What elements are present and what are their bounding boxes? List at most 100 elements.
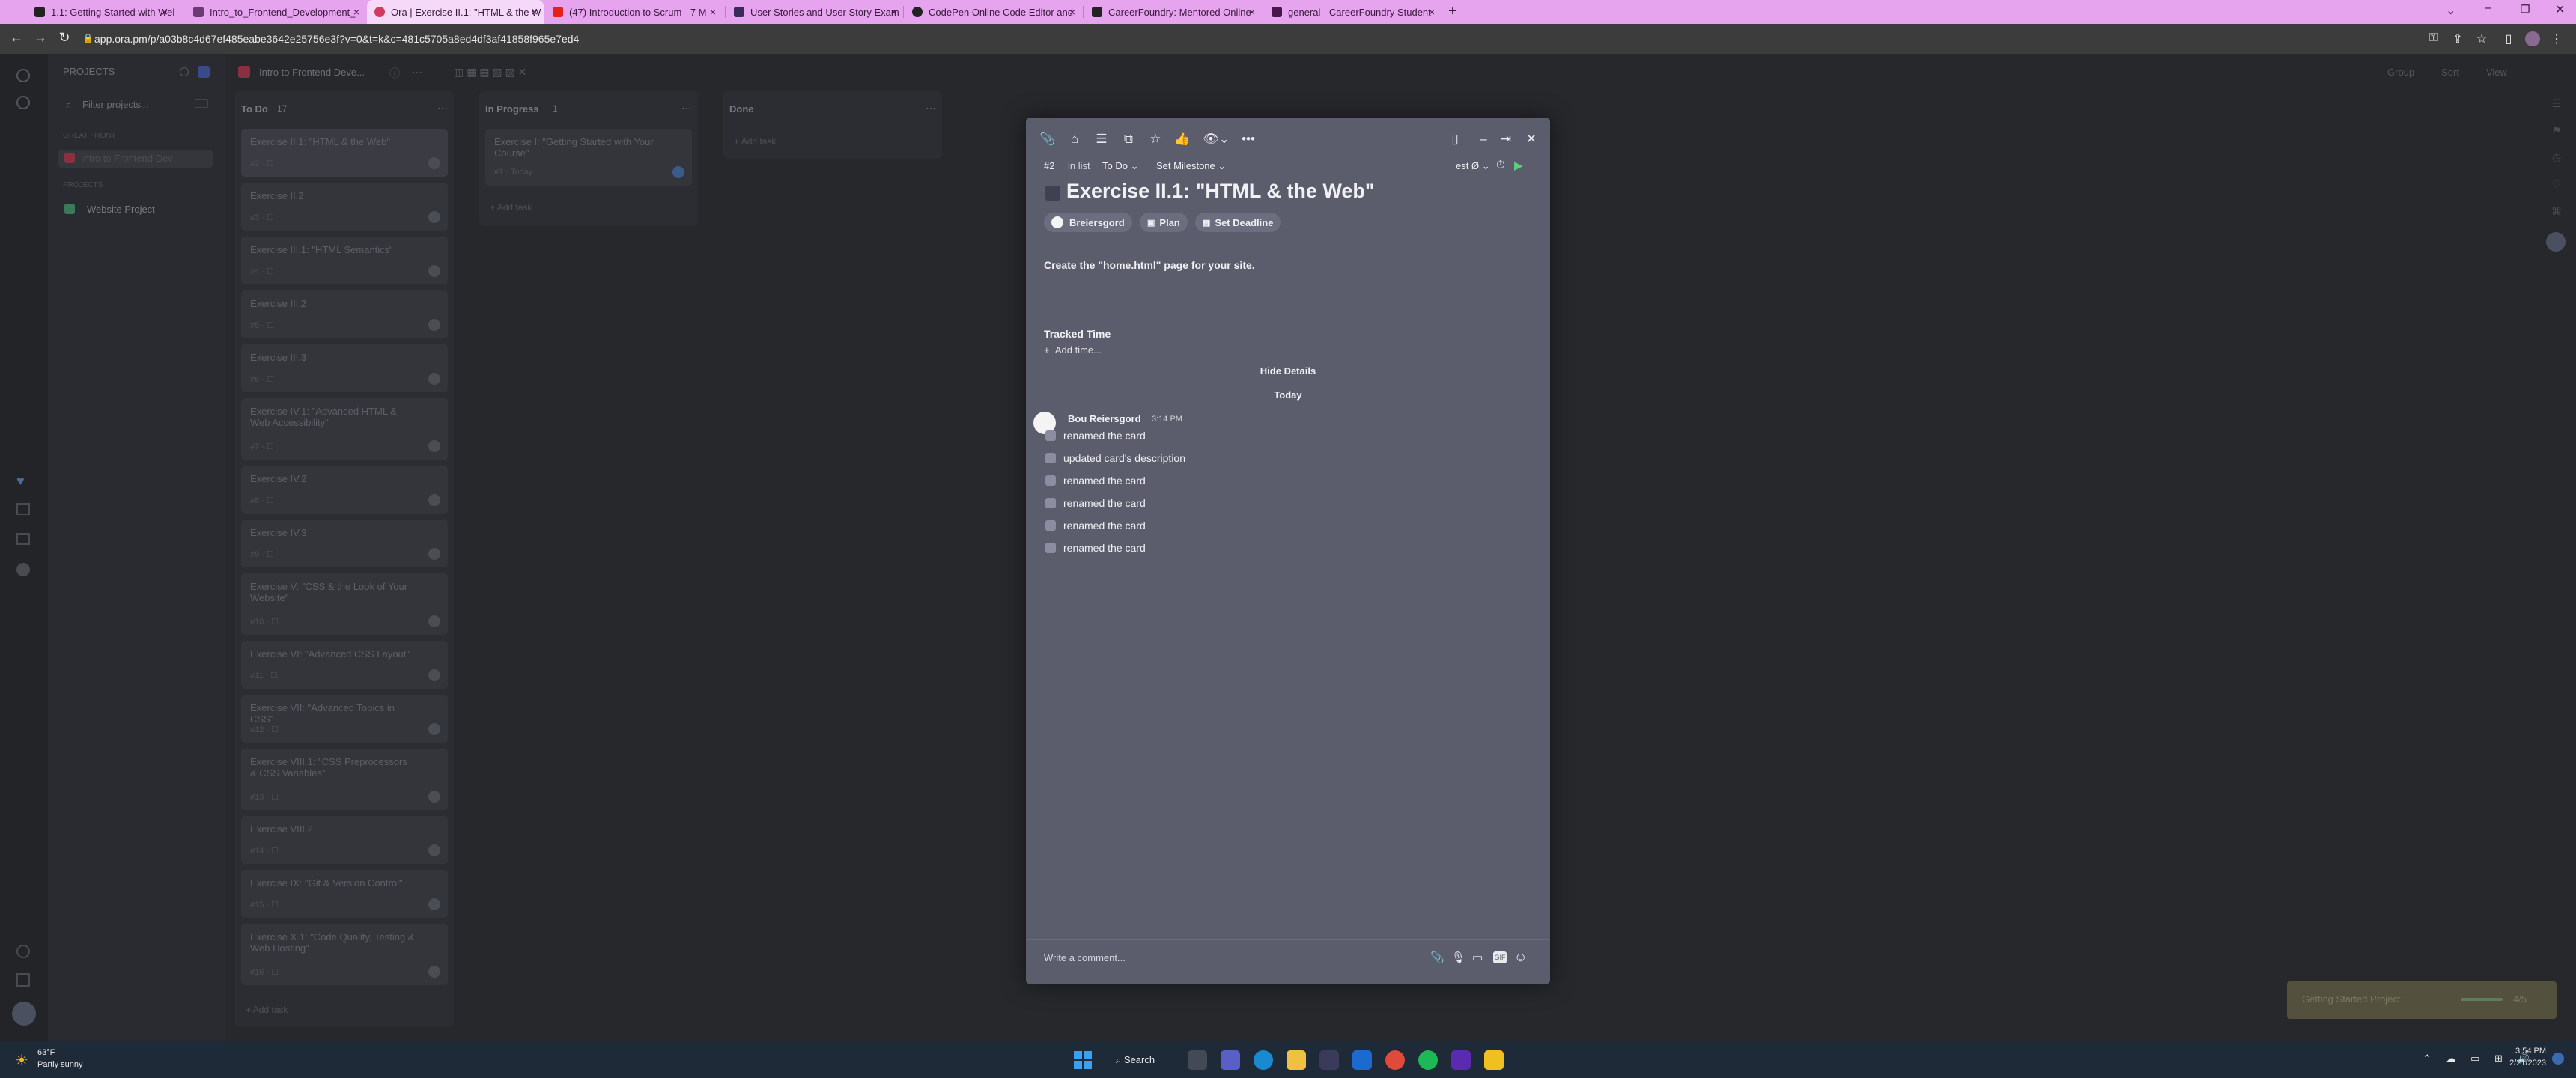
more-icon[interactable]: ⋯ <box>412 66 422 79</box>
close-tab-icon[interactable]: × <box>532 6 538 18</box>
edge-icon[interactable] <box>1254 1050 1273 1070</box>
clock-date[interactable]: 2/21/2023 <box>2501 1059 2546 1068</box>
minimize-icon[interactable]: – <box>1475 132 1492 147</box>
assignee-chip[interactable]: Breiersgord <box>1044 213 1132 232</box>
more-options-icon[interactable]: ••• <box>1240 132 1257 147</box>
tag-icon[interactable]: ⌂ <box>1066 132 1083 147</box>
browser-menu-icon[interactable]: ⋮ <box>2549 31 2564 46</box>
task-card[interactable]: Exercise II.1: "HTML & the Web" #2 · ☐ <box>241 129 448 177</box>
emoji-icon[interactable]: ☺ <box>1514 950 1527 965</box>
file-explorer-icon[interactable] <box>1287 1050 1306 1070</box>
column-title[interactable]: In Progress <box>485 103 539 115</box>
browser-tab[interactable]: CodePen Online Code Editor and × <box>905 0 1081 24</box>
archive-icon[interactable] <box>180 67 189 76</box>
subtask-icon[interactable]: ⧉ <box>1120 132 1137 147</box>
lock-icon[interactable]: 🔒 <box>82 33 94 43</box>
hide-details-button[interactable]: Hide Details <box>1026 365 1550 377</box>
split-view-icon[interactable]: ▯ <box>1447 132 1463 147</box>
browser-tab[interactable]: 1.1: Getting Started with Web De× <box>27 0 174 24</box>
right-rail-avatar[interactable] <box>2546 232 2566 252</box>
close-tab-icon[interactable]: × <box>1249 6 1255 18</box>
column-menu-icon[interactable]: ⋯ <box>437 102 448 115</box>
new-tab-icon[interactable]: + <box>1448 3 1457 20</box>
filter-projects-input[interactable]: Filter projects... <box>82 99 149 110</box>
video-icon[interactable]: ▭ <box>1472 951 1483 964</box>
spotify-icon[interactable] <box>1418 1050 1438 1070</box>
task-card[interactable]: Exercise X.1: "Code Quality, Testing & W… <box>241 924 448 985</box>
task-card[interactable]: Exercise IX: "Git & Version Control" #15 … <box>241 870 448 918</box>
task-card[interactable]: Exercise III.2 #5 · ☐ <box>241 290 448 338</box>
calendar-icon[interactable] <box>16 503 30 515</box>
browser-tab[interactable]: Intro_to_Frontend_Development_ × <box>186 0 365 24</box>
inbox-icon[interactable] <box>16 533 30 545</box>
task-card[interactable]: Exercise V: "CSS & the Look of Your Webs… <box>241 573 448 635</box>
microphone-icon[interactable]: 🎙 <box>1451 951 1465 964</box>
project-progress-toast[interactable]: Getting Started Project 4/5 <box>2287 981 2557 1019</box>
add-project-icon[interactable] <box>198 66 210 78</box>
filter-toggle-icon[interactable] <box>195 99 208 108</box>
chat-icon[interactable] <box>16 563 30 576</box>
start-icon[interactable] <box>1074 1051 1092 1069</box>
add-task-button[interactable]: + Add task <box>246 1005 288 1015</box>
app-icon[interactable] <box>1451 1050 1471 1070</box>
bookmark-star-icon[interactable]: ☆ <box>2474 31 2489 46</box>
close-tab-icon[interactable]: × <box>1429 6 1435 18</box>
task-title[interactable]: Exercise II.1: "HTML & the Web" <box>1066 180 1375 203</box>
chrome-icon[interactable] <box>1385 1050 1405 1070</box>
complete-checkbox[interactable] <box>1045 186 1060 201</box>
minimize-window-icon[interactable]: – <box>2485 1 2491 15</box>
star-icon[interactable]: ☆ <box>1147 132 1164 147</box>
settings-icon[interactable] <box>16 973 30 987</box>
add-task-button[interactable]: + Add task <box>734 136 776 147</box>
task-description[interactable]: Create the "home.html" page for your sit… <box>1044 259 1255 271</box>
tab-search-icon[interactable]: ⌄ <box>2446 3 2455 18</box>
forward-icon[interactable]: → <box>31 30 49 46</box>
task-card[interactable]: Exercise I: "Getting Started with Your C… <box>485 129 692 186</box>
back-icon[interactable]: ← <box>7 30 25 46</box>
task-card[interactable]: Exercise II.2 #3 · ☐ <box>241 183 448 231</box>
browser-tab[interactable]: User Stories and User Story Exam × <box>726 0 903 24</box>
close-icon[interactable]: ✕ <box>1523 132 1540 147</box>
column-menu-icon[interactable]: ⋯ <box>681 102 692 115</box>
task-view-icon[interactable] <box>1188 1050 1207 1070</box>
task-card[interactable]: Exercise III.3 #6 · ☐ <box>241 344 448 392</box>
gif-icon[interactable]: GIF <box>1493 951 1507 963</box>
comment-input[interactable]: Write a comment... <box>1044 952 1126 963</box>
plan-chip[interactable]: ▣ Plan <box>1140 213 1188 232</box>
sticky-notes-icon[interactable] <box>1484 1050 1504 1070</box>
close-window-icon[interactable]: ✕ <box>2555 2 2565 17</box>
right-rail-icons[interactable]: ☰ ⚑ ◷ ♡ ⌘ <box>2549 90 2564 225</box>
search-icon[interactable] <box>16 945 30 958</box>
favorite-icon[interactable]: ♥ <box>16 473 25 489</box>
mail-icon[interactable] <box>1352 1050 1372 1070</box>
attachment-icon[interactable]: 📎 <box>1039 132 1056 147</box>
checklist-icon[interactable]: ☰ <box>1093 132 1110 147</box>
browser-tab[interactable]: general - CareerFoundry Student × <box>1264 0 1441 24</box>
view-button[interactable]: View <box>2486 67 2507 78</box>
maximize-window-icon[interactable]: ❐ <box>2521 3 2530 16</box>
column-menu-icon[interactable]: ⋯ <box>926 102 936 115</box>
home-icon[interactable] <box>16 69 30 82</box>
column-title[interactable]: To Do <box>241 103 268 115</box>
teams-icon[interactable] <box>1221 1050 1240 1070</box>
task-card[interactable]: Exercise IV.1: "Advanced HTML & Web Acce… <box>241 398 448 460</box>
notification-icon[interactable] <box>2552 1053 2564 1065</box>
share-icon[interactable]: ⇪ <box>2450 31 2465 46</box>
browser-tab-active[interactable]: Ora | Exercise II.1: "HTML & the W × <box>367 0 544 24</box>
close-tab-icon[interactable]: × <box>1069 6 1075 18</box>
key-icon[interactable]: ⚿ <box>2426 31 2441 46</box>
close-tab-icon[interactable]: × <box>353 6 359 18</box>
board-view-icon[interactable]: ▥ ▦ ▤ ▧ ▨ ✕ <box>454 66 526 79</box>
start-timer-icon[interactable]: ▶ <box>1514 159 1523 172</box>
task-card[interactable]: Exercise VII: "Advanced Topics in CSS" #1… <box>241 695 448 743</box>
comment-attach-icon[interactable]: 📎 <box>1430 951 1445 964</box>
add-task-button[interactable]: + Add task <box>490 202 532 213</box>
address-bar[interactable]: app.ora.pm/p/a03b8c4d67ef485eabe3642e257… <box>94 33 579 45</box>
task-card[interactable]: Exercise VI: "Advanced CSS Layout" #11 · … <box>241 641 448 689</box>
board-breadcrumb[interactable]: Intro to Frontend Deve... <box>259 67 365 78</box>
project-website[interactable]: Website Project <box>87 204 155 215</box>
deadline-chip[interactable]: ▦ Set Deadline <box>1195 213 1281 232</box>
weather-icon[interactable]: ☀ <box>15 1051 28 1070</box>
column-title[interactable]: Done <box>729 103 754 115</box>
watch-icon[interactable]: 👁⌄ <box>1203 132 1230 147</box>
